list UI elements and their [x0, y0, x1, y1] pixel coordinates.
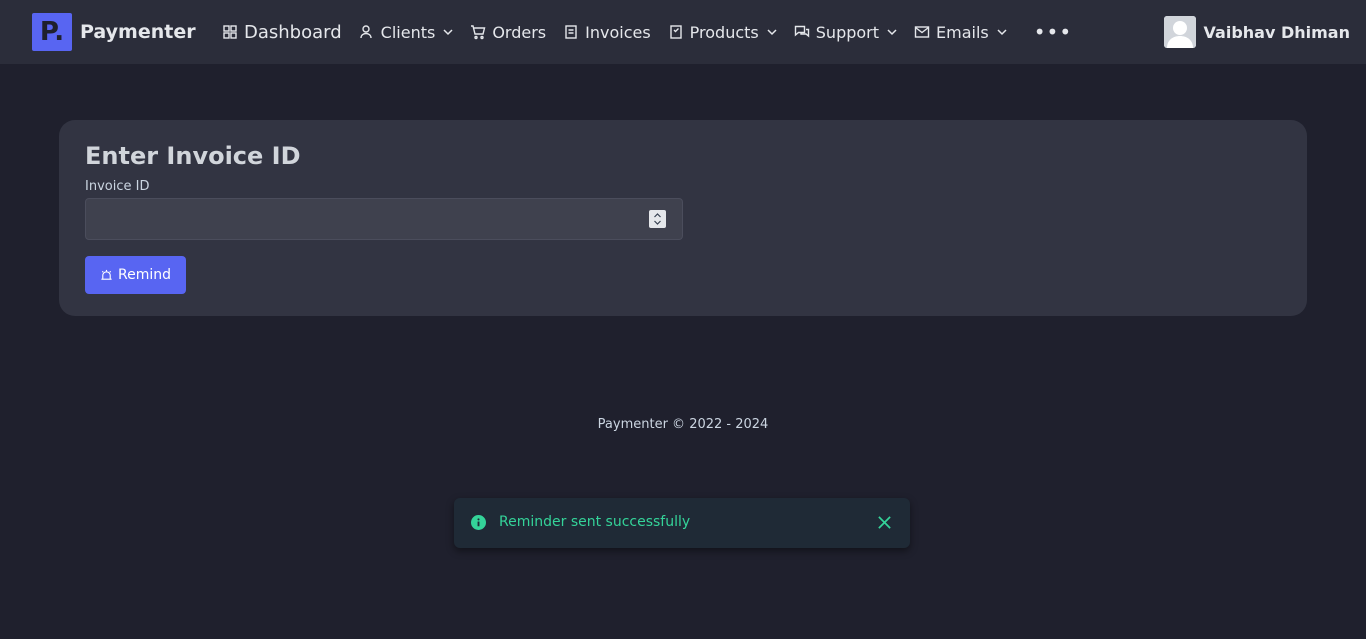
close-icon[interactable]	[877, 515, 892, 530]
remind-button[interactable]: Remind	[85, 256, 186, 294]
more-menu-button[interactable]: •••	[1034, 20, 1072, 44]
toast-message: Reminder sent successfully	[499, 514, 691, 530]
nav-item-invoices[interactable]: Invoices	[563, 23, 651, 42]
invoice-id-field[interactable]	[85, 198, 683, 240]
nav-item-orders[interactable]: Orders	[470, 23, 546, 42]
nav-label-products: Products	[689, 22, 759, 42]
dashboard-icon	[223, 25, 237, 39]
brand[interactable]: P. Paymenter	[32, 13, 196, 51]
nav-item-emails[interactable]: Emails	[914, 23, 1007, 42]
users-icon	[359, 25, 372, 39]
nav-item-dashboard[interactable]: Dashboard	[222, 22, 342, 43]
invoice-id-input[interactable]	[86, 199, 682, 239]
nav-item-products[interactable]: Products	[668, 23, 777, 42]
user-avatar-icon	[1163, 16, 1196, 48]
chevron-down-icon	[997, 29, 1007, 36]
nav-label-support: Support	[815, 22, 880, 42]
invoice-reminder-card: Enter Invoice ID Invoice ID Remind	[59, 120, 1307, 316]
brand-logo[interactable]: P.	[32, 13, 72, 51]
chevron-down-icon	[767, 29, 777, 36]
alarm-icon	[101, 269, 112, 280]
chevron-down-icon	[887, 29, 897, 36]
user-name[interactable]: Vaibhav Dhiman	[1204, 23, 1350, 42]
document-icon	[565, 25, 577, 39]
nav-label-invoices: Invoices	[585, 22, 651, 42]
info-icon	[471, 515, 486, 530]
card-title: Enter Invoice ID	[85, 142, 301, 170]
mail-icon	[914, 26, 930, 38]
nav-label-dashboard: Dashboard	[244, 21, 342, 43]
nav-label-clients: Clients	[380, 22, 436, 42]
brand-name[interactable]: Paymenter	[80, 21, 196, 43]
top-navbar: P. Paymenter Dashboard Clients Orders In…	[0, 0, 1366, 64]
nav-item-clients[interactable]: Clients	[359, 23, 454, 42]
avatar[interactable]	[1163, 16, 1196, 48]
cart-icon	[471, 25, 486, 40]
number-stepper[interactable]	[649, 210, 666, 228]
success-toast: Reminder sent successfully	[454, 498, 910, 548]
chevron-down-icon	[443, 29, 453, 36]
nav-label-emails: Emails	[936, 22, 989, 42]
user-menu[interactable]: Vaibhav Dhiman	[1163, 16, 1350, 48]
footer-text: Paymenter © 2022 - 2024	[597, 417, 769, 432]
stepper-arrows-icon	[654, 213, 661, 225]
box-icon	[669, 25, 682, 39]
chat-icon	[794, 25, 809, 38]
nav-item-support[interactable]: Support	[794, 23, 897, 42]
invoice-id-label: Invoice ID	[85, 179, 150, 194]
remind-button-label: Remind	[118, 267, 171, 283]
main-nav: Dashboard Clients Orders Invoices Produc…	[222, 0, 1072, 64]
nav-label-orders: Orders	[492, 22, 547, 42]
